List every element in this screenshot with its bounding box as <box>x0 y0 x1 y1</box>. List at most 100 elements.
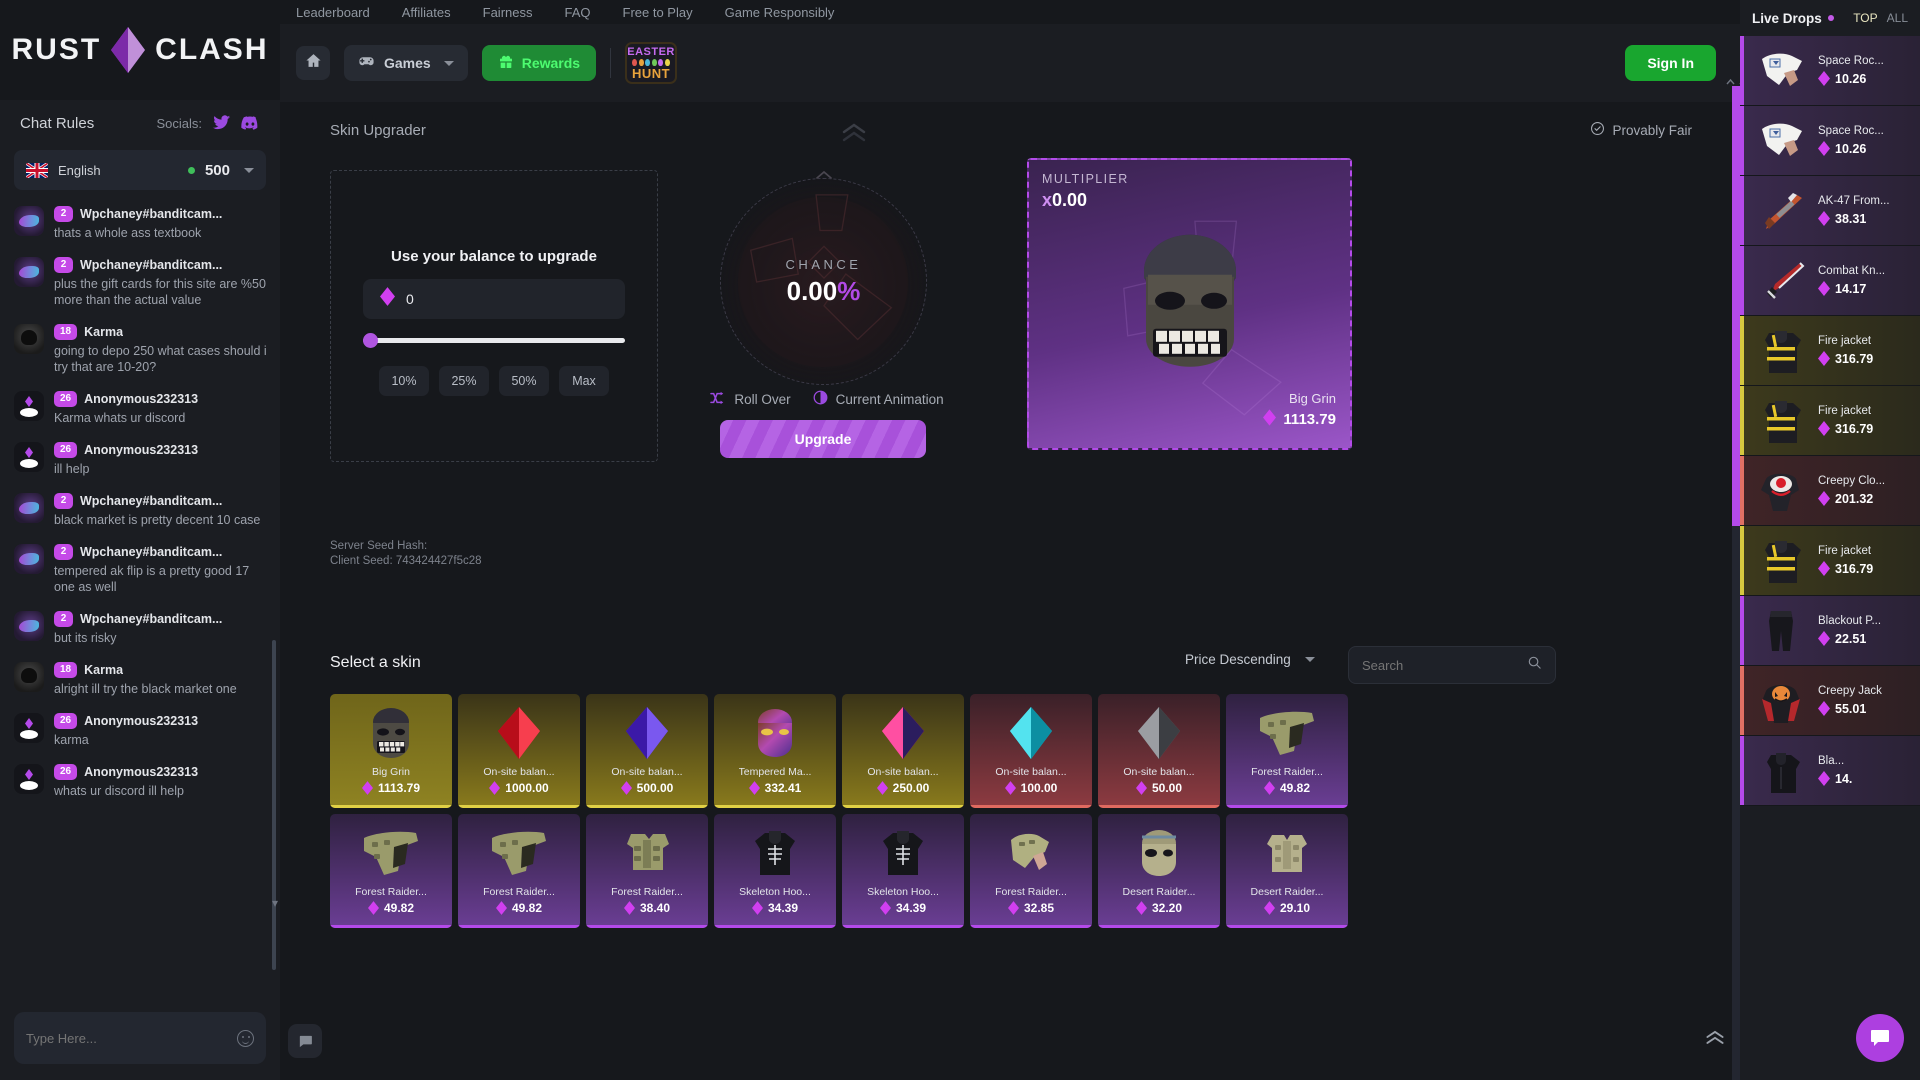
sort-dropdown[interactable]: Price Descending <box>1185 652 1315 667</box>
quick-amount-max[interactable]: Max <box>559 365 609 396</box>
live-drop-item[interactable]: AK-47 From... 38.31 <box>1740 176 1920 246</box>
live-drop-item[interactable]: Fire jacket 316.79 <box>1740 386 1920 456</box>
sign-in-button[interactable]: Sign In <box>1625 45 1716 81</box>
skin-card[interactable]: Forest Raider... 32.85 <box>970 814 1092 928</box>
skin-card[interactable]: On-site balan... 1000.00 <box>458 694 580 808</box>
skin-card[interactable]: Forest Raider... 49.82 <box>330 814 452 928</box>
chat-messages[interactable]: 2 Wpchaney#banditcam... thats a whole ass … <box>0 200 280 1002</box>
chat-username[interactable]: Karma <box>84 325 123 339</box>
slider-handle[interactable] <box>363 332 378 348</box>
chat-username[interactable]: Wpchaney#banditcam... <box>80 494 222 508</box>
skin-card[interactable]: Skeleton Hoo... 34.39 <box>714 814 836 928</box>
rarity-bar <box>714 925 836 928</box>
upgrade-button[interactable]: Upgrade <box>720 420 926 458</box>
search-box[interactable] <box>1348 646 1556 684</box>
twitter-icon[interactable] <box>211 113 231 133</box>
search-input[interactable] <box>1362 657 1512 673</box>
skin-card[interactable]: Tempered Ma... 332.41 <box>714 694 836 808</box>
animation-label: Current Animation <box>835 391 944 407</box>
balance-input-box[interactable]: 0 <box>363 278 625 319</box>
nav-link-free-to-play[interactable]: Free to Play <box>623 5 693 20</box>
provably-fair-button[interactable]: Provably Fair <box>1590 121 1692 139</box>
live-drops-scrollbar-thumb[interactable] <box>1732 86 1740 526</box>
skin-card[interactable]: On-site balan... 500.00 <box>586 694 708 808</box>
chat-username[interactable]: Wpchaney#banditcam... <box>80 545 222 559</box>
chevron-down-icon[interactable]: ▾ <box>272 896 278 910</box>
live-drop-item[interactable]: Space Roc... 10.26 <box>1740 36 1920 106</box>
quick-amount-50[interactable]: 50% <box>499 365 549 396</box>
live-drops-header: Live Drops TOP ALL <box>1740 0 1920 36</box>
chat-username[interactable]: Anonymous232313 <box>84 714 198 728</box>
games-dropdown-button[interactable]: Games <box>344 45 468 81</box>
server-seed-hash: Server Seed Hash: <box>330 540 428 552</box>
support-chat-button[interactable] <box>1856 1014 1904 1062</box>
chat-rules-link[interactable]: Chat Rules <box>20 115 94 132</box>
chat-username[interactable]: Wpchaney#banditcam... <box>80 612 222 626</box>
live-drops-list[interactable]: Space Roc... 10.26 Space Roc... 10.26 AK-47 … <box>1740 36 1920 1080</box>
chance-readout: CHANCE 0.00% <box>721 257 926 307</box>
skin-card[interactable]: Big Grin 1113.79 <box>330 694 452 808</box>
skin-card[interactable]: Skeleton Hoo... 34.39 <box>842 814 964 928</box>
skin-name: Desert Raider... <box>1122 886 1196 898</box>
easter-hunt-banner[interactable]: EASTER HUNT <box>625 42 678 84</box>
live-drop-item[interactable]: Creepy Clo... 201.32 <box>1740 456 1920 526</box>
nav-link-game-responsibly[interactable]: Game Responsibly <box>725 5 835 20</box>
nav-link-affiliates[interactable]: Affiliates <box>402 5 451 20</box>
chat-scrollbar[interactable] <box>272 640 276 970</box>
nav-link-fairness[interactable]: Fairness <box>483 5 533 20</box>
chat-username[interactable]: Karma <box>84 663 123 677</box>
quick-amount-10[interactable]: 10% <box>379 365 429 396</box>
live-drop-item[interactable]: Creepy Jack 55.01 <box>1740 666 1920 736</box>
drop-name: Blackout P... <box>1818 615 1882 627</box>
skin-price-wrap: 32.20 <box>1135 901 1182 915</box>
multiplier-panel[interactable]: MULTIPLIER x0.00 Big Grin 1113.79 <box>1027 158 1352 450</box>
scroll-to-top-button[interactable] <box>1704 1028 1726 1052</box>
chat-username[interactable]: Anonymous232313 <box>84 392 198 406</box>
nav-link-faq[interactable]: FAQ <box>565 5 591 20</box>
rewards-button[interactable]: Rewards <box>481 45 597 81</box>
emoji-icon[interactable] <box>237 1029 254 1047</box>
live-drop-item[interactable]: Combat Kn... 14.17 <box>1740 246 1920 316</box>
search-icon[interactable] <box>1527 655 1542 675</box>
skin-grid-container[interactable]: Big Grin 1113.79 On-site balan... 1000.00 On… <box>330 694 1570 1080</box>
skin-card[interactable]: Forest Raider... 38.40 <box>586 814 708 928</box>
live-drop-item[interactable]: Space Roc... 10.26 <box>1740 106 1920 176</box>
percent-sign: % <box>837 276 861 306</box>
live-drop-item[interactable]: Fire jacket 316.79 <box>1740 316 1920 386</box>
chat-input[interactable] <box>26 1030 237 1046</box>
balance-slider[interactable] <box>363 332 625 348</box>
chat-username[interactable]: Anonymous232313 <box>84 765 198 779</box>
discord-icon[interactable] <box>240 113 260 133</box>
live-drop-item[interactable]: Fire jacket 316.79 <box>1740 526 1920 596</box>
skin-card[interactable]: Forest Raider... 49.82 <box>458 814 580 928</box>
brand-logo[interactable]: RUST CLASH <box>0 0 280 100</box>
drop-price-wrap: 38.31 <box>1818 211 1890 226</box>
home-button[interactable] <box>296 46 330 80</box>
live-drop-item[interactable]: Bla... 14. <box>1740 736 1920 806</box>
quick-amount-25[interactable]: 25% <box>439 365 489 396</box>
tab-top[interactable]: TOP <box>1853 11 1877 25</box>
animation-toggle[interactable]: Current Animation <box>813 390 944 408</box>
user-level-badge: 2 <box>54 257 73 273</box>
roll-over-toggle[interactable]: Roll Over <box>710 390 791 408</box>
chat-input-box[interactable] <box>14 1012 266 1064</box>
rarity-bar <box>842 805 964 808</box>
skin-card[interactable]: Desert Raider... 29.10 <box>1226 814 1348 928</box>
skin-card[interactable]: Desert Raider... 32.20 <box>1098 814 1220 928</box>
chevron-down-icon[interactable] <box>244 167 254 173</box>
live-drops-panel: Live Drops TOP ALL Space Roc... 10.26 Spac… <box>1726 0 1920 1080</box>
chat-toggle-button[interactable] <box>288 1024 322 1058</box>
chance-value-wrap: 0.00% <box>721 276 926 307</box>
skin-price: 38.40 <box>639 901 671 915</box>
skin-card[interactable]: On-site balan... 250.00 <box>842 694 964 808</box>
chat-username[interactable]: Wpchaney#banditcam... <box>80 207 222 221</box>
skin-card[interactable]: On-site balan... 100.00 <box>970 694 1092 808</box>
tab-all[interactable]: ALL <box>1887 11 1908 25</box>
chat-username[interactable]: Wpchaney#banditcam... <box>80 258 222 272</box>
chat-username[interactable]: Anonymous232313 <box>84 443 198 457</box>
skin-card[interactable]: Forest Raider... 49.82 <box>1226 694 1348 808</box>
skin-card[interactable]: On-site balan... 50.00 <box>1098 694 1220 808</box>
nav-link-leaderboard[interactable]: Leaderboard <box>296 5 370 20</box>
language-selector[interactable]: English 500 <box>14 150 266 190</box>
live-drop-item[interactable]: Blackout P... 22.51 <box>1740 596 1920 666</box>
